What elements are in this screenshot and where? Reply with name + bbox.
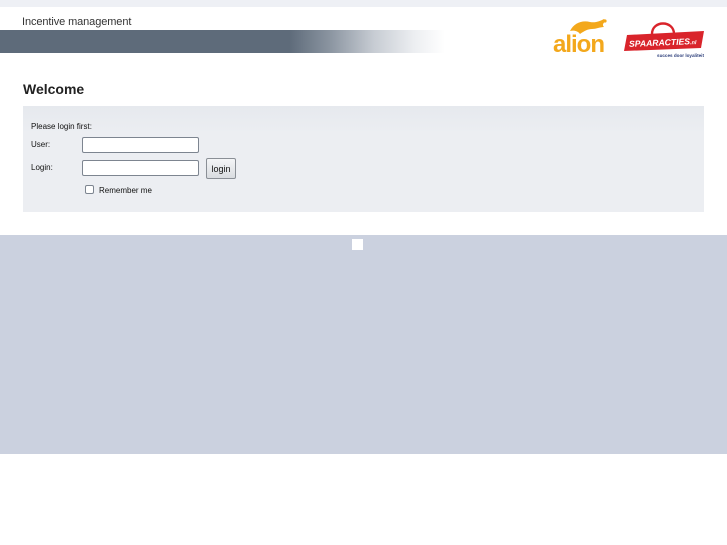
- user-label: User:: [31, 140, 51, 149]
- page-title: Welcome: [23, 81, 85, 97]
- placeholder-square: [352, 239, 363, 250]
- remember-me-label[interactable]: Remember me: [99, 186, 152, 195]
- login-prompt: Please login first:: [31, 122, 92, 131]
- spaaracties-suffix: .nl: [690, 40, 697, 46]
- footer-band: [0, 235, 727, 454]
- spaaracties-slogan: succes door loyaliteit: [657, 53, 704, 58]
- remember-me-checkbox[interactable]: [85, 185, 94, 194]
- alion-logo: alion: [553, 19, 607, 55]
- login-panel: Please login first: User: Login: login R…: [23, 106, 704, 212]
- login-password-input[interactable]: [82, 160, 199, 176]
- login-label: Login:: [31, 163, 53, 172]
- login-button[interactable]: login: [206, 158, 236, 179]
- spaaracties-arc-icon: [650, 22, 676, 35]
- alion-wordmark: alion: [553, 31, 604, 55]
- top-strip: [0, 0, 727, 7]
- header-gradient-bar: [0, 30, 445, 53]
- tagline: Incentive management: [22, 16, 132, 28]
- spaaracties-logo: SPAARACTIES.nl succes door loyaliteit: [624, 22, 704, 58]
- user-input[interactable]: [82, 137, 199, 153]
